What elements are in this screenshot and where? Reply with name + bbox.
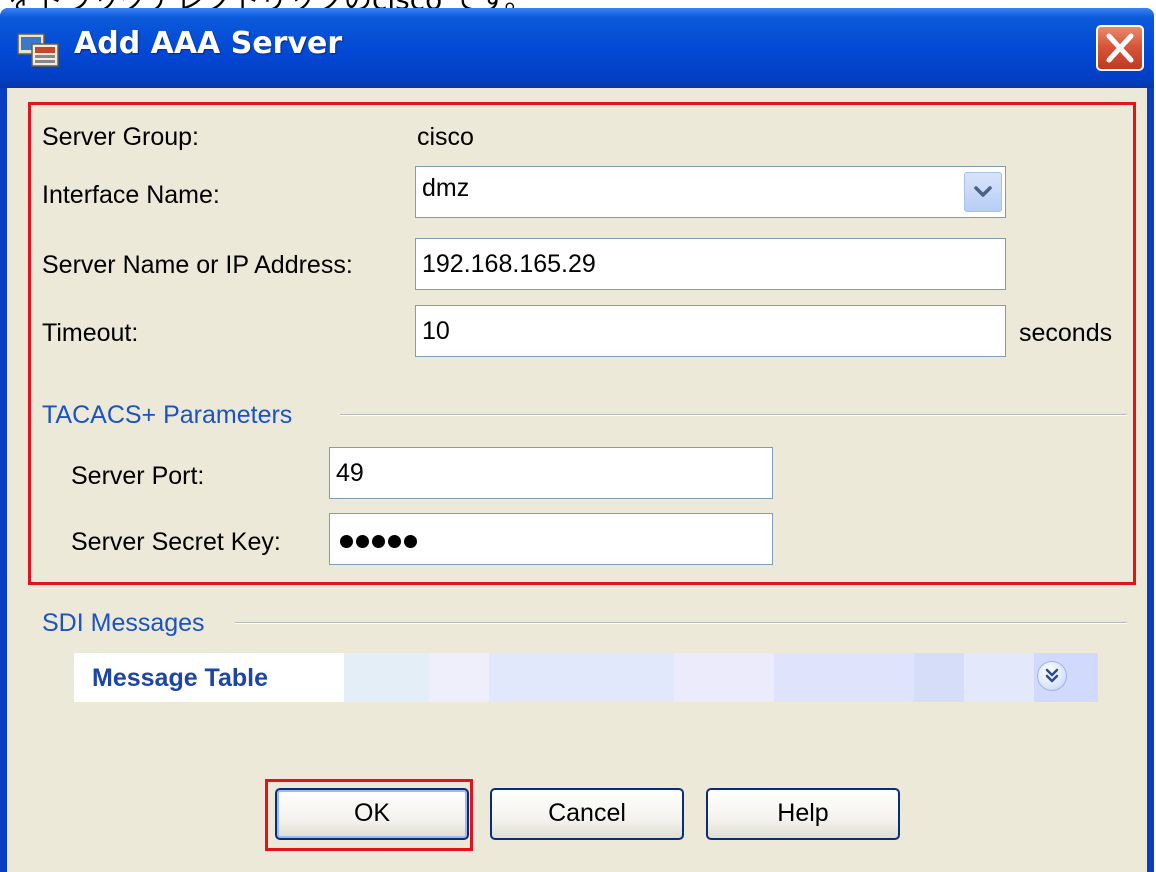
- sdi-divider: [235, 622, 1127, 624]
- app-icon: [17, 33, 59, 67]
- ok-highlight-frame: [265, 779, 473, 851]
- double-chevron-down-icon: [1045, 668, 1059, 683]
- title-bar: Add AAA Server: [0, 8, 1154, 88]
- window-title: Add AAA Server: [74, 26, 343, 61]
- highlight-frame: [28, 102, 1136, 585]
- dialog-client-area: Server Group: cisco Interface Name: dmz …: [7, 88, 1147, 872]
- expand-button[interactable]: [1037, 661, 1067, 691]
- close-icon: [1106, 33, 1134, 63]
- close-button[interactable]: [1096, 25, 1144, 71]
- message-table-title: Message Table: [92, 664, 269, 692]
- dialog-window: Add AAA Server Server Group: cisco Inter…: [0, 8, 1154, 872]
- sdi-section-heading: SDI Messages: [42, 609, 205, 637]
- cancel-button[interactable]: Cancel: [490, 788, 684, 840]
- message-table-bar[interactable]: Message Table: [74, 653, 1098, 702]
- help-button[interactable]: Help: [706, 788, 900, 840]
